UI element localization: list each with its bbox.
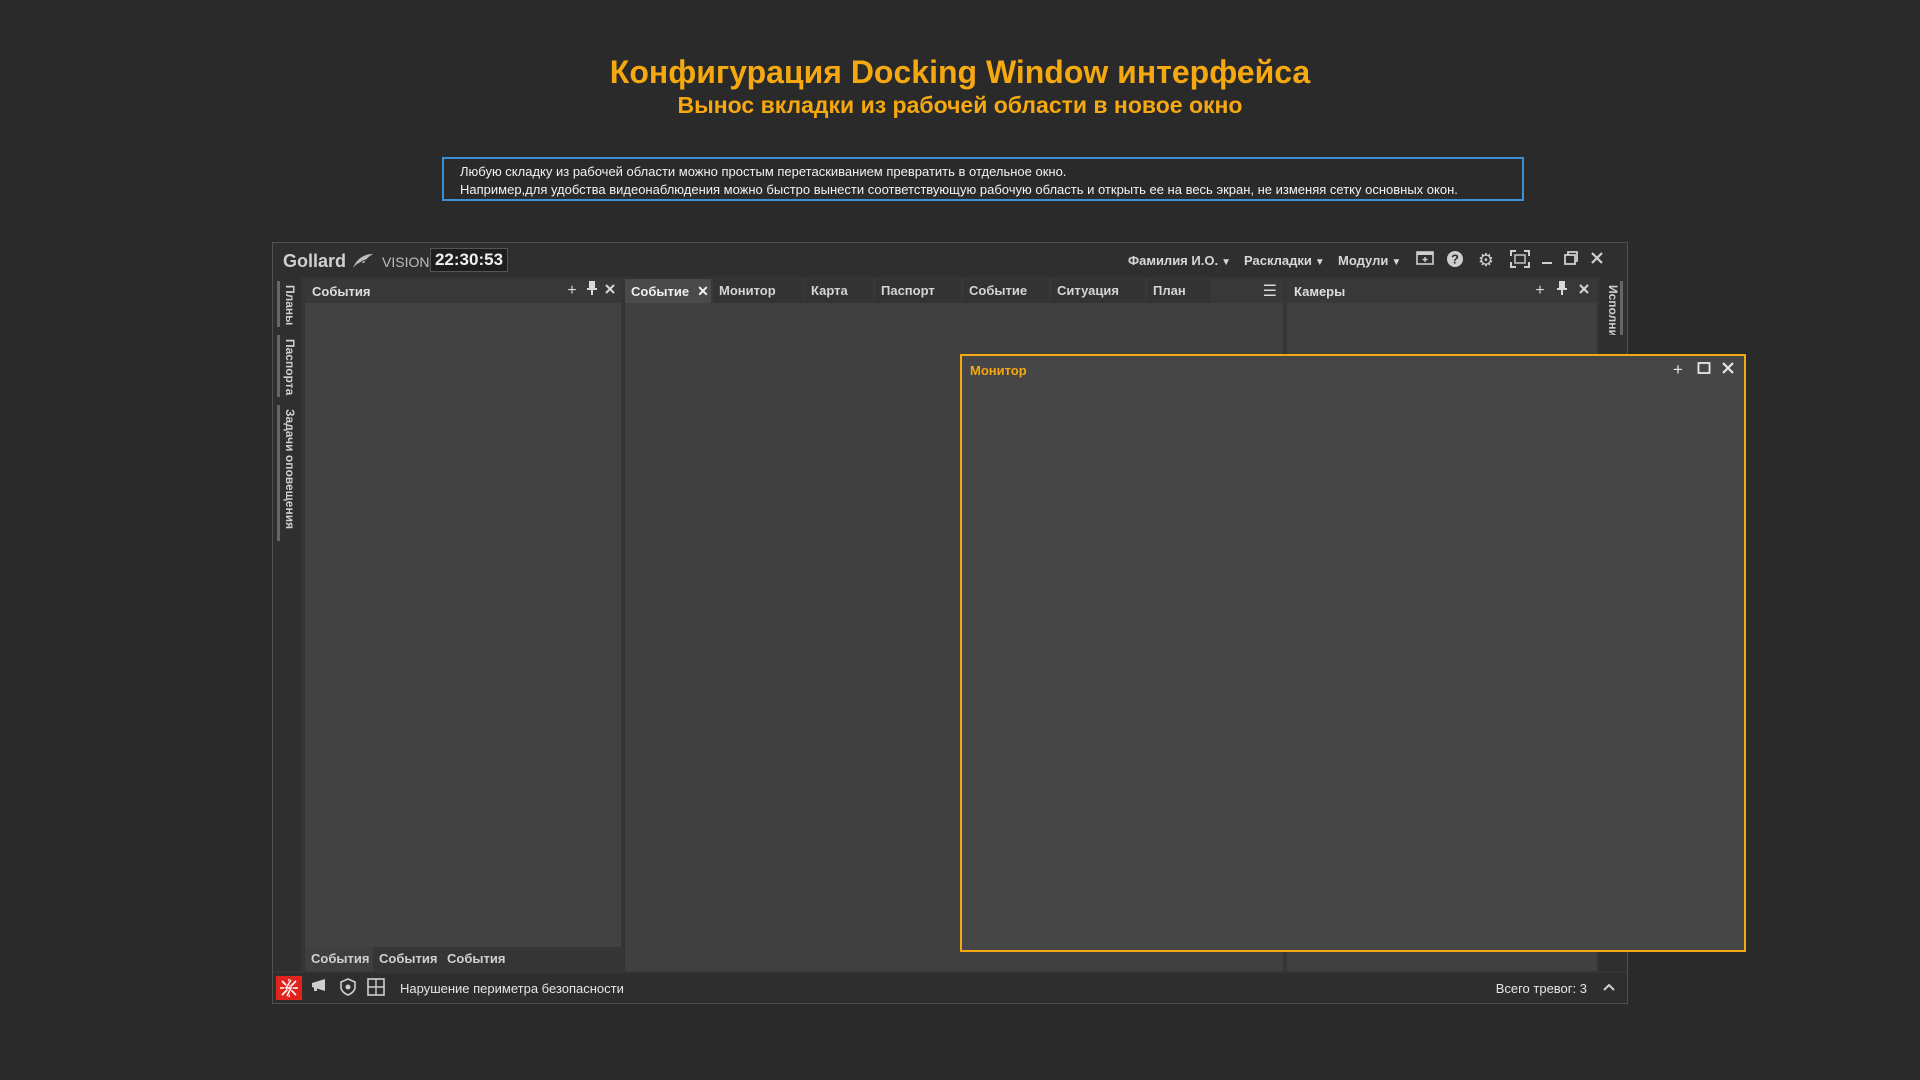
- tab-passport[interactable]: Паспорт: [875, 279, 961, 303]
- help-icon[interactable]: ?: [1445, 250, 1465, 270]
- info-box: Любую складку из рабочей области можно п…: [442, 157, 1524, 201]
- bottom-tab-events-1[interactable]: События: [305, 947, 376, 971]
- clock: 22:30:53: [430, 248, 508, 272]
- app-logo: Gollard VISION: [283, 251, 430, 272]
- sidebar-tab-notification-tasks[interactable]: Задачи оповещения: [277, 405, 297, 541]
- user-menu-label: Фамилия И.О.: [1128, 253, 1219, 268]
- cameras-panel-title: Камеры: [1294, 284, 1346, 299]
- restore-icon[interactable]: [1561, 250, 1581, 270]
- workspace-tabstrip: Событие ✕ Монитор Карта Паспорт Событие С…: [625, 279, 1283, 303]
- left-sidebar: Планы Паспорта Задачи оповещения: [273, 277, 301, 971]
- close-icon[interactable]: [1587, 250, 1607, 270]
- window-icon[interactable]: [1415, 250, 1435, 270]
- close-icon[interactable]: [1575, 281, 1593, 301]
- tab-monitor[interactable]: Монитор: [713, 279, 803, 303]
- floating-monitor-window[interactable]: Монитор +: [960, 354, 1746, 952]
- sidebar-tab-executors[interactable]: Исполнител: [1603, 281, 1623, 335]
- layouts-menu-label: Раскладки: [1244, 253, 1312, 268]
- close-icon[interactable]: ✕: [697, 283, 709, 299]
- modules-menu-label: Модули: [1338, 253, 1389, 268]
- tab-label: Событие: [631, 284, 690, 299]
- info-line-1: Любую складку из рабочей области можно п…: [460, 164, 1067, 179]
- plus-icon[interactable]: +: [563, 281, 581, 301]
- alarm-icon[interactable]: [276, 976, 302, 1000]
- tab-situation[interactable]: Ситуация: [1051, 279, 1145, 303]
- maximize-icon[interactable]: [1694, 360, 1714, 380]
- tab-event[interactable]: Событие: [963, 279, 1049, 303]
- title-bar: Gollard VISION 22:30:53 Фамилия И.О. ▼ Ра…: [273, 243, 1627, 277]
- logo-suffix: VISION: [382, 254, 430, 270]
- tab-event-active[interactable]: Событие ✕: [625, 279, 711, 303]
- bottom-tab-events-3[interactable]: События: [441, 947, 512, 971]
- tab-map[interactable]: Карта: [805, 279, 873, 303]
- events-panel-header: События +: [305, 279, 621, 303]
- eagle-icon: [353, 254, 374, 268]
- fullscreen-icon[interactable]: [1510, 250, 1530, 270]
- info-line-2: Например,для удобства видеонаблюдения мо…: [460, 182, 1458, 197]
- events-bottom-tabs: События События События: [305, 947, 621, 971]
- plus-icon[interactable]: +: [1668, 360, 1688, 380]
- floating-window-title: Монитор: [970, 363, 1027, 378]
- shield-icon[interactable]: [337, 978, 359, 998]
- gear-icon[interactable]: ⚙: [1476, 250, 1496, 270]
- chevron-down-icon: ▼: [1391, 257, 1402, 268]
- modules-menu[interactable]: Модули ▼: [1338, 253, 1401, 268]
- events-panel-title: События: [312, 284, 371, 299]
- chevron-down-icon: ▼: [1221, 257, 1231, 268]
- bottom-tab-events-2[interactable]: События: [373, 947, 444, 971]
- chevron-down-icon: ▼: [1314, 257, 1325, 268]
- grid-icon[interactable]: [365, 978, 387, 998]
- pin-icon[interactable]: [1553, 281, 1571, 301]
- events-panel: События + События События События: [305, 279, 621, 971]
- alarm-total: Всего тревог: 3: [1495, 981, 1587, 996]
- tab-plan[interactable]: План: [1147, 279, 1211, 303]
- pin-icon[interactable]: [583, 281, 601, 301]
- minimize-icon[interactable]: [1537, 250, 1557, 270]
- status-bar: Нарушение периметра безопасности Всего т…: [273, 973, 1627, 1003]
- megaphone-icon[interactable]: [309, 978, 331, 998]
- chevron-up-icon[interactable]: [1603, 979, 1615, 995]
- close-icon[interactable]: [601, 281, 619, 301]
- page-title: Конфигурация Docking Window интерфейса: [609, 54, 1311, 90]
- page-subtitle: Вынос вкладки из рабочей области в новое…: [677, 92, 1243, 118]
- status-message: Нарушение периметра безопасности: [400, 981, 624, 996]
- sidebar-tab-plans[interactable]: Планы: [277, 281, 297, 327]
- logo-text: Gollard: [283, 251, 347, 271]
- plus-icon[interactable]: +: [1531, 281, 1549, 301]
- sidebar-tab-passports[interactable]: Паспорта: [277, 335, 297, 397]
- svg-text:?: ?: [1451, 252, 1459, 267]
- close-icon[interactable]: [1718, 360, 1738, 380]
- cameras-panel-header: Камеры +: [1287, 279, 1597, 303]
- layouts-menu[interactable]: Раскладки ▼: [1244, 253, 1325, 268]
- menu-icon[interactable]: ☰: [1263, 281, 1277, 301]
- user-menu[interactable]: Фамилия И.О. ▼: [1128, 253, 1231, 268]
